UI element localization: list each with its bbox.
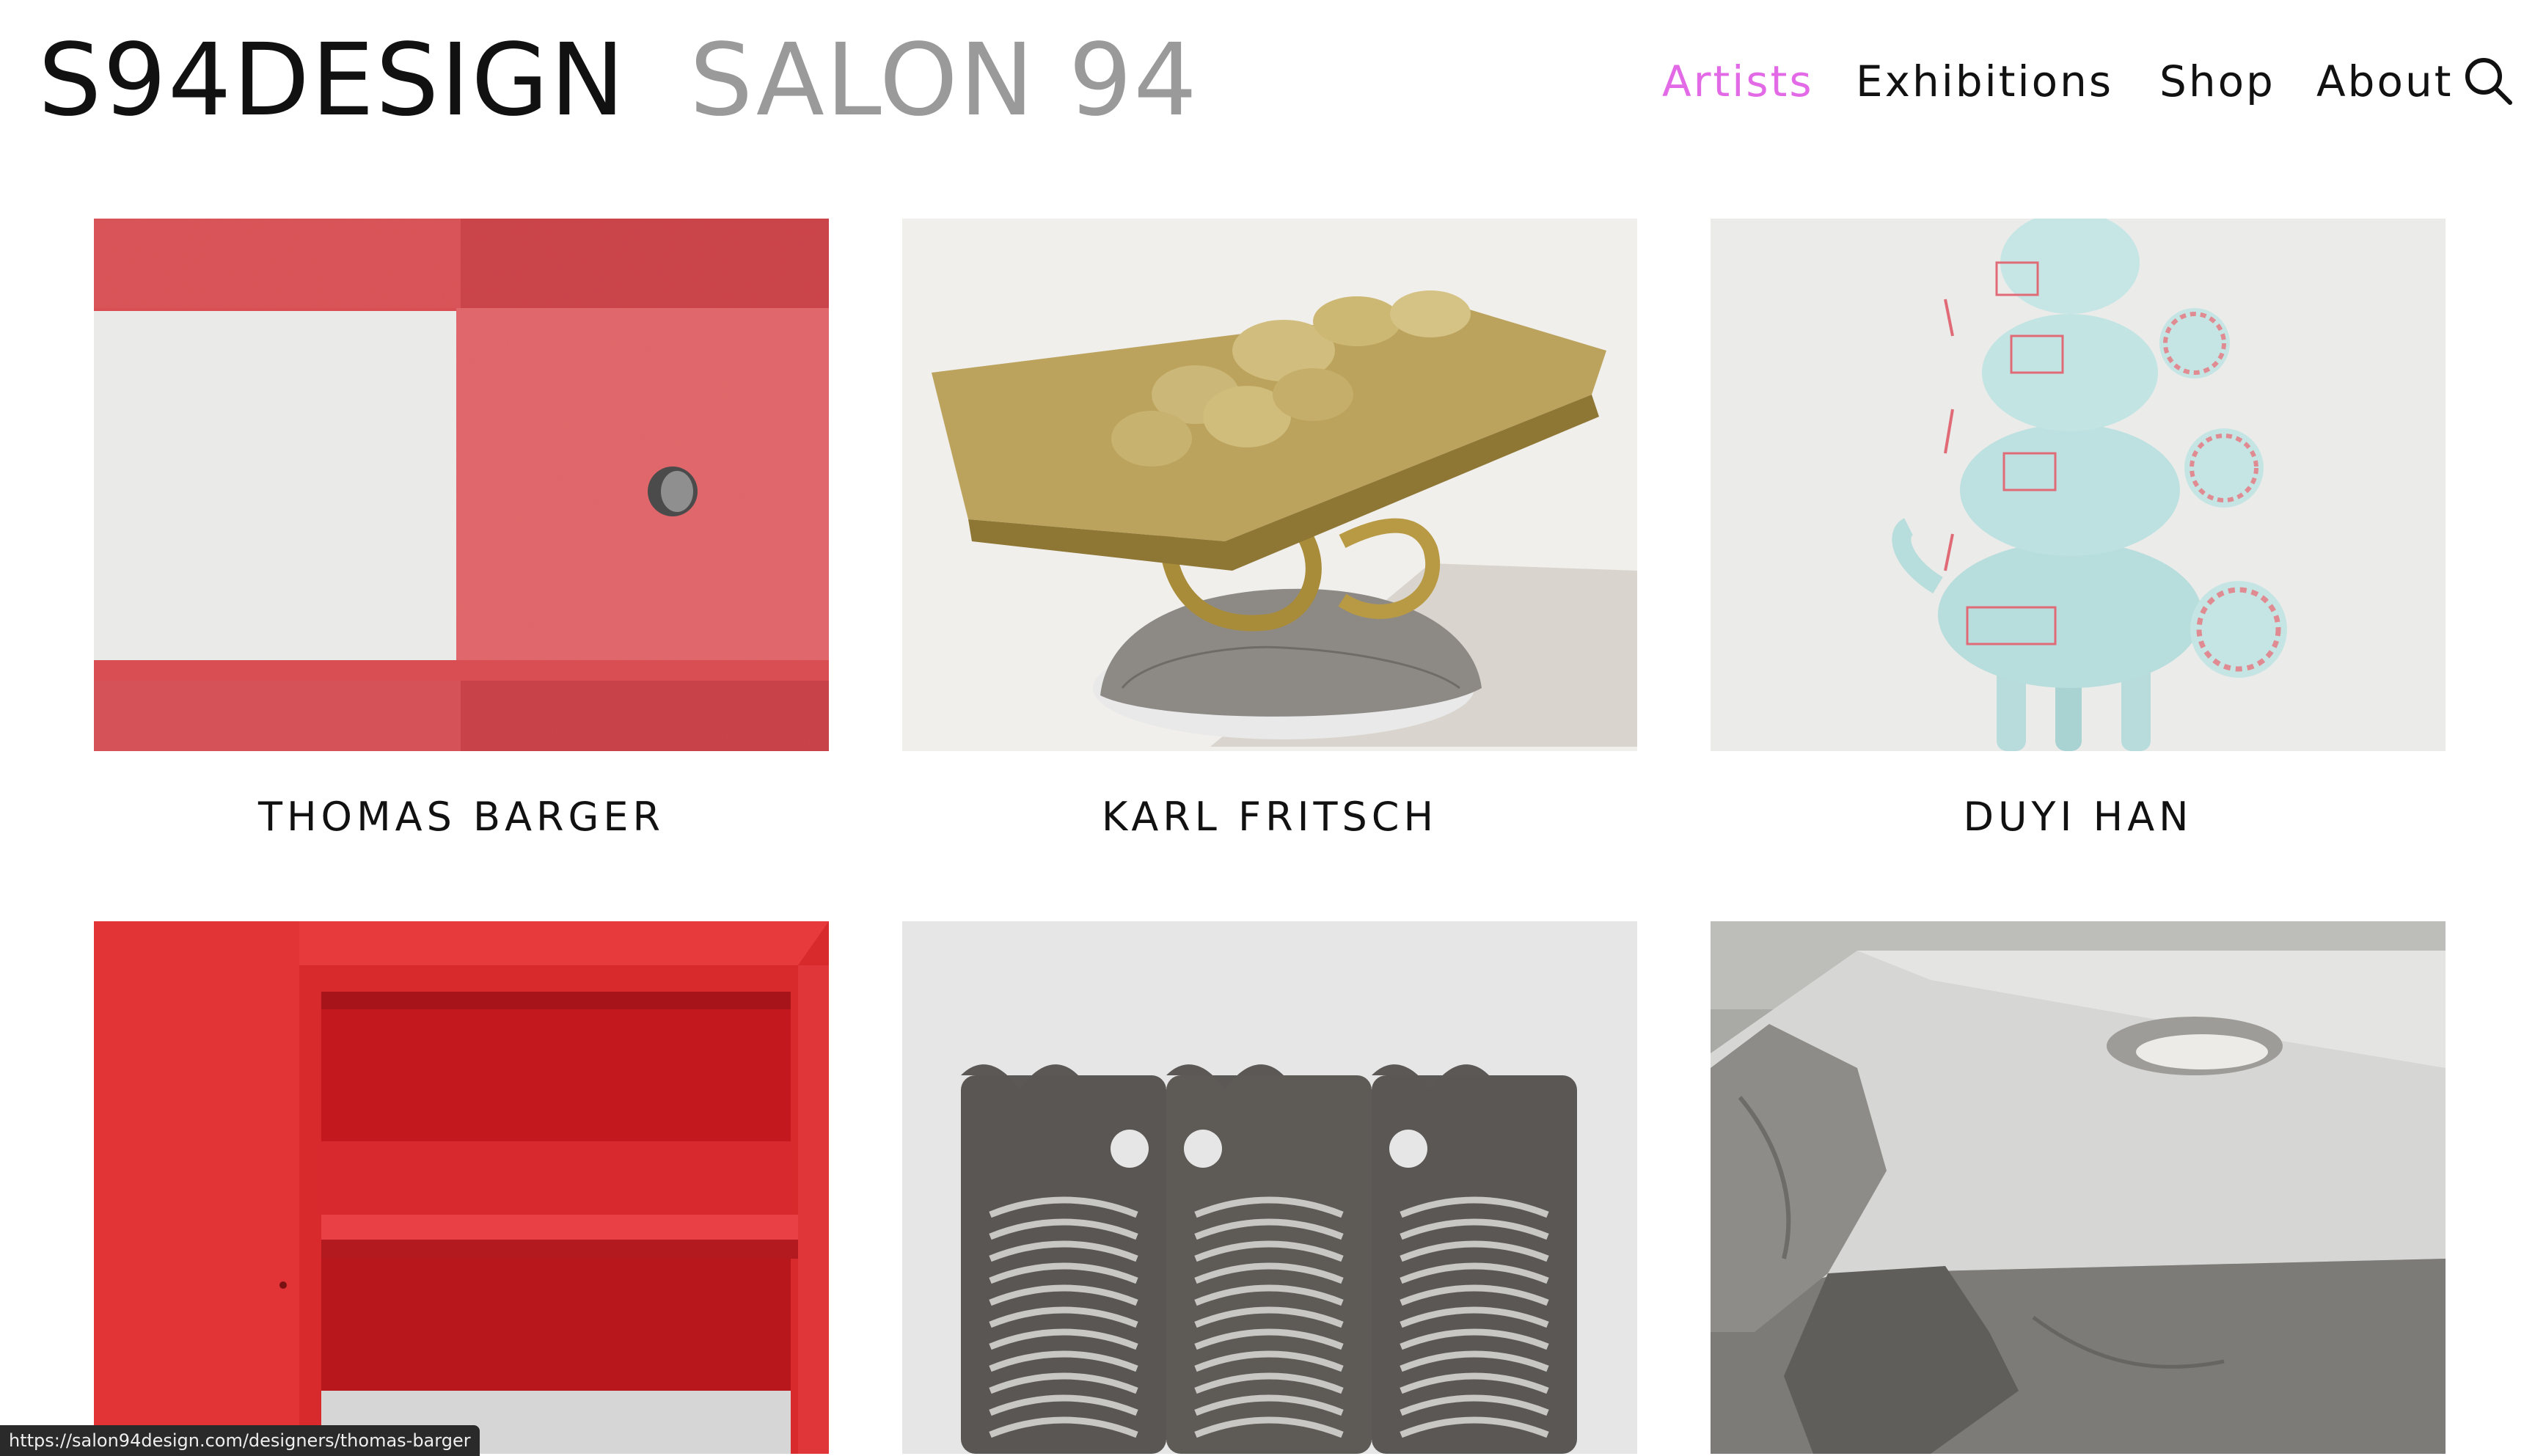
- artist-image[interactable]: [902, 921, 1637, 1454]
- artist-image[interactable]: [94, 219, 829, 751]
- artist-name[interactable]: THOMAS BARGER: [94, 789, 829, 845]
- artist-card-5[interactable]: [902, 921, 1637, 1454]
- artist-name[interactable]: DUYI HAN: [1711, 789, 2446, 845]
- artist-image[interactable]: [1711, 219, 2446, 751]
- artist-image[interactable]: [94, 921, 829, 1454]
- artist-card-6[interactable]: [1711, 921, 2446, 1454]
- artist-image[interactable]: [1711, 921, 2446, 1454]
- artist-card-duyi-han[interactable]: DUYI HAN: [1711, 219, 2446, 845]
- artist-name[interactable]: KARL FRITSCH: [902, 789, 1637, 845]
- artist-image[interactable]: [902, 219, 1637, 751]
- artist-card-thomas-barger[interactable]: THOMAS BARGER: [94, 219, 829, 845]
- artists-grid: THOMAS BARGER KARL FRITSCH DUYI HAN: [0, 0, 2535, 1456]
- link-status-bar: https://salon94design.com/designers/thom…: [0, 1425, 480, 1456]
- artist-card-4[interactable]: [94, 921, 829, 1454]
- artist-card-karl-fritsch[interactable]: KARL FRITSCH: [902, 219, 1637, 845]
